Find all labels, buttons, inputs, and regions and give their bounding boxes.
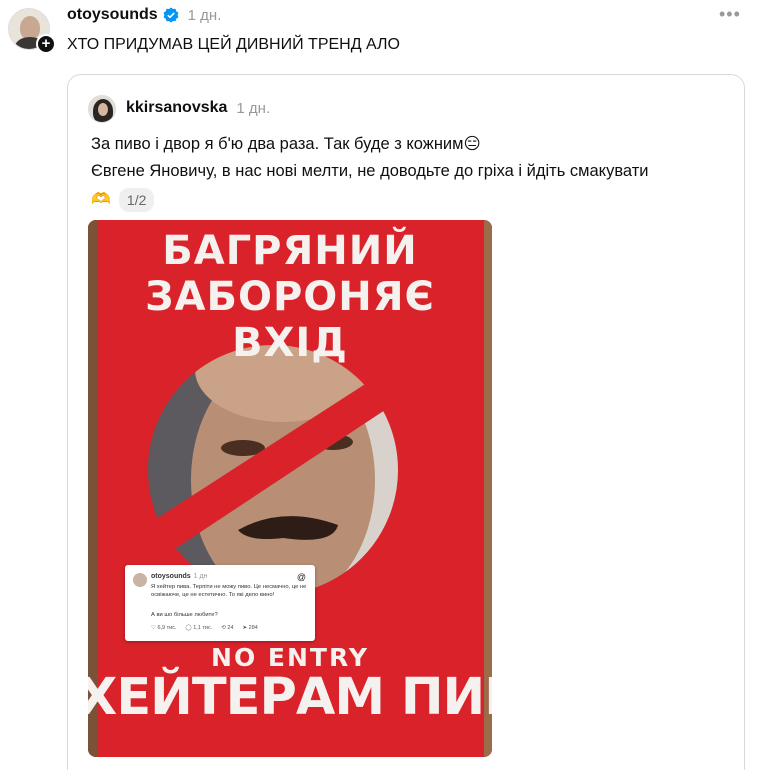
poster-headline-1: БАГРЯНИЙ — [162, 228, 418, 274]
more-dots-icon[interactable]: ••• — [719, 4, 741, 25]
embed-username: otoysounds — [151, 573, 191, 580]
embed-replies: ◯ 1,1 тис. — [185, 625, 213, 631]
quoted-author-avatar[interactable] — [88, 95, 116, 123]
embed-body: Я хейтер пива. Терпіти не можу пиво. Це … — [151, 584, 307, 598]
post-text: ХТО ПРИДУМАВ ЦЕЙ ДИВНИЙ ТРЕНД АЛО — [67, 36, 400, 53]
poster-headline-2: ЗАБОРОНЯЄ ВХІД — [145, 274, 435, 366]
quoted-username[interactable]: kkirsanovska — [126, 99, 227, 117]
quoted-time: 1 дн. — [236, 99, 271, 117]
embed-reposts: ⟲ 24 — [221, 625, 234, 631]
author-avatar[interactable]: + — [8, 8, 56, 54]
author-username[interactable]: otoysounds — [67, 6, 158, 24]
embed-shares: ➤ 284 — [242, 625, 258, 631]
quoted-line-1: За пиво і двор я б'ю два раза. Так буде … — [91, 135, 481, 153]
follow-plus-button[interactable]: + — [36, 34, 56, 54]
quoted-post[interactable]: kkirsanovska 1 дн. За пиво і двор я б'ю … — [67, 74, 745, 770]
media-pager: 1/2 — [118, 187, 155, 212]
embed-stats: ♡ 6,9 тис. ◯ 1,1 тис. ⟲ 24 ➤ 284 — [151, 625, 258, 631]
poster-haters-text: ХЕЙТЕРАМ ПИВА — [88, 668, 492, 727]
threads-logo-icon: @ — [296, 572, 306, 582]
poster-photo[interactable]: БАГРЯНИЙ ЗАБОРОНЯЄ ВХІД otoysounds 1 дн @… — [88, 220, 492, 757]
embed-question: А ви шо більше любите? — [151, 612, 218, 618]
embed-time: 1 дн — [193, 573, 208, 580]
heart-hands-emoji: 🫶 — [91, 191, 111, 208]
embed-likes: ♡ 6,9 тис. — [151, 625, 177, 631]
quoted-line-2: Євгене Яновичу, в нас нові мелти, не дов… — [91, 162, 649, 180]
post-time: 1 дн. — [187, 6, 222, 24]
quoted-text: За пиво і двор я б'ю два раза. Так буде … — [91, 131, 741, 213]
thread-post: + otoysounds 1 дн. ••• ХТО ПРИДУМАВ ЦЕЙ … — [0, 0, 766, 770]
post-header: otoysounds 1 дн. — [67, 6, 221, 24]
verified-badge-icon — [163, 7, 179, 23]
quoted-header: kkirsanovska 1 дн. — [126, 99, 270, 117]
embed-avatar — [133, 573, 147, 587]
embedded-post-screenshot: otoysounds 1 дн @ Я хейтер пива. Терпіти … — [125, 565, 315, 641]
